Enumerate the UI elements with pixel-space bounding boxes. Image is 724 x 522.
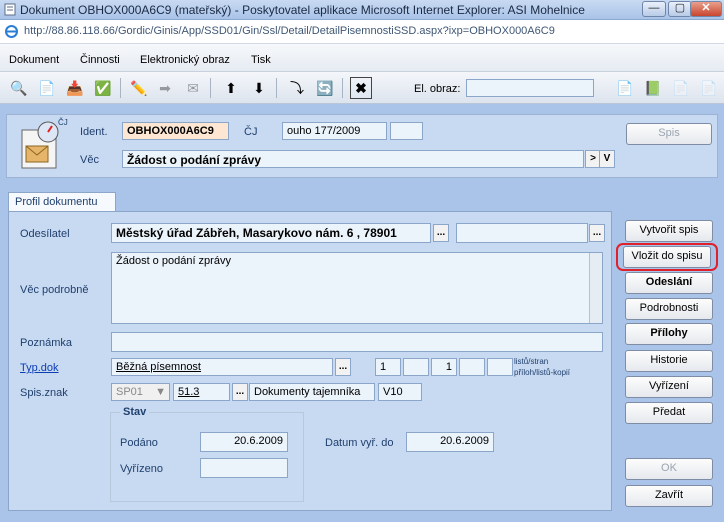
typ-dok-field[interactable]: Běžná písemnost: [111, 358, 333, 376]
document-app-icon: [4, 3, 16, 16]
toolbar-separator: [342, 78, 343, 98]
vec-podrobne-scrollbar[interactable]: [589, 253, 602, 323]
vyrizeni-button[interactable]: Vyřízení: [625, 376, 713, 398]
cj-label: ČJ: [244, 126, 258, 138]
vec-label: Věc: [80, 154, 99, 166]
typ-dok-browse-button[interactable]: ...: [335, 358, 351, 376]
ident-label: Ident.: [80, 126, 108, 138]
odesilatel-extra-field[interactable]: [456, 223, 588, 243]
zavrit-button[interactable]: Zavřít: [625, 485, 713, 507]
vec-v-button[interactable]: V: [599, 150, 615, 168]
toolbar-separator: [120, 78, 121, 98]
window-titlebar: Dokument OBHOX000A6C9 (mateřský) - Posky…: [0, 0, 724, 20]
internet-explorer-icon: [5, 25, 18, 38]
green-down-arrow-icon[interactable]: ⤵: [286, 77, 308, 99]
e-document-remove-icon: 📄: [672, 79, 690, 96]
stav-group: [110, 412, 304, 502]
new-document-icon[interactable]: 📄: [36, 77, 58, 99]
address-bar[interactable]: http://88.86.118.66/Gordic/Ginis/App/SSD…: [0, 20, 724, 44]
datum-vyr-field[interactable]: 20.6.2009: [406, 432, 494, 452]
listu-priloh-field[interactable]: [459, 358, 485, 376]
window-title: Dokument OBHOX000A6C9 (mateřský) - Posky…: [20, 3, 585, 17]
podrobnosti-button[interactable]: Podrobnosti: [625, 298, 713, 320]
cancel-x-icon[interactable]: ✖: [350, 77, 372, 99]
toolbar: 🔍 📄 📥 ✅ ✏️ ➡ ✉ ⬆ ⬇ ⤵ 🔄 ✖ El. obraz: 📄 📗 …: [0, 72, 724, 104]
chevron-down-icon: ▼: [155, 386, 166, 398]
odeslani-button[interactable]: Odeslání: [625, 272, 713, 294]
upload-icon[interactable]: ⬆: [220, 77, 242, 99]
vec-podrobne-textarea[interactable]: Žádost o podání zprávy: [111, 252, 603, 324]
spis-znak-desc-field[interactable]: Dokumenty tajemníka: [249, 383, 375, 401]
menu-cinnosti[interactable]: Činnosti: [80, 54, 120, 66]
listu-count-field[interactable]: 1: [375, 358, 401, 376]
download-icon[interactable]: ⬇: [248, 77, 270, 99]
priloh-listu-kopii-label: příloh/listů-kopií: [514, 368, 571, 377]
e-document-add-icon[interactable]: 📗: [642, 77, 664, 99]
odesilatel-label: Odesílatel: [20, 228, 70, 240]
menu-tisk[interactable]: Tisk: [251, 54, 271, 66]
preview-icon[interactable]: 🔍: [8, 77, 30, 99]
spis-znak-browse-button[interactable]: ...: [232, 383, 248, 401]
podano-field[interactable]: 20.6.2009: [200, 432, 288, 452]
stamp-icon: ✉: [187, 79, 199, 96]
ok-button[interactable]: OK: [625, 458, 713, 480]
menu-elektronicky-obraz[interactable]: Elektronický obraz: [140, 54, 230, 66]
poznamka-field[interactable]: [111, 332, 603, 352]
import-document-icon[interactable]: 📥: [64, 77, 86, 99]
el-obraz-label: El. obraz:: [414, 83, 461, 95]
podano-label: Podáno: [120, 437, 158, 449]
poznamka-label: Poznámka: [20, 337, 72, 349]
menu-bar: Dokument Činnosti Elektronický obraz Tis…: [0, 44, 724, 72]
minimize-button[interactable]: —: [642, 1, 666, 17]
stran-count-field[interactable]: [403, 358, 429, 376]
cj-extra-field[interactable]: [390, 122, 423, 140]
kopii-field[interactable]: [487, 358, 513, 376]
vyrizeno-label: Vyřízeno: [120, 463, 164, 475]
maximize-button[interactable]: ▢: [668, 1, 692, 17]
vec-field[interactable]: Žádost o podání zprávy: [122, 150, 584, 168]
odesilatel-field[interactable]: Městský úřad Zábřeh, Masarykovo nám. 6 ,…: [111, 223, 431, 243]
e-document-icon[interactable]: 📄: [614, 77, 636, 99]
vlozit-do-spisu-button[interactable]: Vložit do spisu: [623, 246, 711, 268]
spis-znak-field[interactable]: 51.3: [173, 383, 230, 401]
priloh-count-field[interactable]: 1: [431, 358, 457, 376]
toolbar-separator: [210, 78, 211, 98]
forward-icon: ➡: [159, 79, 171, 96]
predat-button[interactable]: Předat: [625, 402, 713, 424]
check-document-icon[interactable]: ✅: [92, 77, 114, 99]
close-window-button[interactable]: ✕: [690, 1, 722, 17]
e-document-view-icon: 📄: [700, 79, 718, 96]
vyrizeno-field[interactable]: [200, 458, 288, 478]
refresh-icon[interactable]: 🔄: [314, 77, 336, 99]
spis-znak-label: Spis.znak: [20, 387, 68, 399]
odesilatel-browse-button[interactable]: ...: [433, 224, 449, 242]
el-obraz-field[interactable]: [466, 79, 594, 97]
typ-dok-link[interactable]: Typ.dok: [20, 362, 59, 374]
document-envelope-icon: [21, 121, 59, 169]
address-url[interactable]: http://88.86.118.66/Gordic/Ginis/App/SSD…: [24, 25, 555, 37]
historie-button[interactable]: Historie: [625, 350, 713, 372]
tab-profil-dokumentu[interactable]: Profil dokumentu: [8, 192, 116, 212]
ident-field[interactable]: OBHOX000A6C9: [122, 122, 229, 140]
prilohy-button[interactable]: Přílohy: [625, 323, 713, 345]
menu-dokument[interactable]: Dokument: [9, 54, 59, 66]
cj-badge: ČJ: [58, 118, 68, 127]
spis-znak-code-field[interactable]: V10: [378, 383, 422, 401]
cj-field[interactable]: ouho 177/2009: [282, 122, 387, 140]
datum-vyr-label: Datum vyř. do: [325, 437, 394, 449]
odesilatel-extra-browse-button[interactable]: ...: [589, 224, 605, 242]
stav-legend: Stav: [120, 406, 150, 418]
spis-button[interactable]: Spis: [626, 123, 712, 145]
toolbar-separator: [276, 78, 277, 98]
vec-podrobne-label: Věc podrobně: [20, 284, 89, 296]
spis-znak-select-value: SP01: [116, 386, 143, 398]
spis-znak-select[interactable]: SP01 ▼: [111, 383, 170, 401]
vytvorit-spis-button[interactable]: Vytvořit spis: [625, 220, 713, 242]
listu-stran-label: listů/stran: [514, 357, 549, 366]
edit-icon[interactable]: ✏️: [128, 77, 150, 99]
